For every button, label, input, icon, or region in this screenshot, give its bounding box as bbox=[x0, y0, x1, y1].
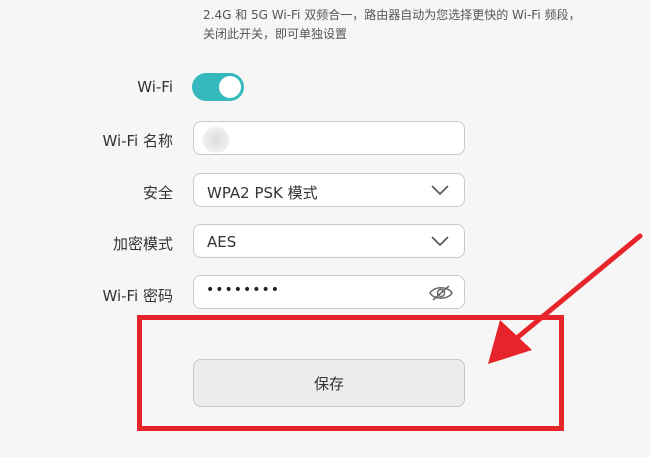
wifi-toggle-label: Wi-Fi bbox=[137, 78, 173, 96]
eye-slash-icon[interactable] bbox=[428, 283, 454, 303]
wifi-name-label: Wi-Fi 名称 bbox=[102, 132, 173, 150]
wifi-toggle[interactable] bbox=[192, 73, 244, 101]
security-label: 安全 bbox=[142, 184, 173, 202]
toggle-knob bbox=[219, 76, 241, 98]
password-label: Wi-Fi 密码 bbox=[102, 287, 173, 305]
redacted-blur bbox=[202, 127, 230, 153]
encryption-select[interactable]: AES bbox=[193, 224, 465, 258]
password-value: •••••••• bbox=[206, 282, 281, 298]
password-input[interactable]: •••••••• bbox=[193, 275, 465, 309]
encryption-value: AES bbox=[207, 233, 237, 251]
chevron-down-icon bbox=[431, 185, 449, 196]
security-value: WPA2 PSK 模式 bbox=[207, 184, 318, 202]
dual-band-description: 2.4G 和 5G Wi-Fi 双频合一，路由器自动为您选择更快的 Wi-Fi … bbox=[203, 8, 581, 41]
red-arrow-icon bbox=[488, 233, 643, 364]
wifi-name-input[interactable] bbox=[193, 121, 465, 155]
security-select[interactable]: WPA2 PSK 模式 bbox=[193, 173, 465, 207]
encryption-label: 加密模式 bbox=[112, 235, 173, 253]
chevron-down-icon bbox=[431, 236, 449, 247]
